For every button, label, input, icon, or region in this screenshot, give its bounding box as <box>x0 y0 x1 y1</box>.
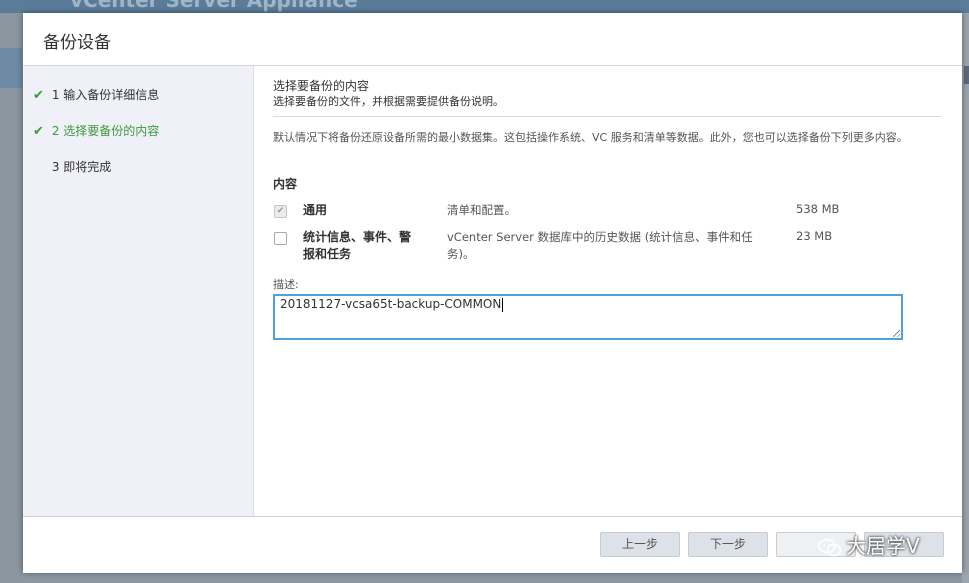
back-button[interactable]: 上一步 <box>600 532 680 557</box>
section-title: 选择要备份的内容 <box>273 79 370 93</box>
dialog-title: 备份设备 <box>43 33 111 53</box>
background-right-edge <box>962 13 969 583</box>
item-name: 通用 <box>303 203 328 217</box>
watermark: 大居学V <box>818 530 920 560</box>
app-header: vCenter Server Appliance <box>0 0 969 13</box>
checkmark-icon: ✔ <box>33 88 44 103</box>
background-nav-strip <box>0 48 22 88</box>
checkmark-icon: ✔ <box>33 124 44 139</box>
item-info: 清单和配置。 <box>447 203 516 217</box>
step-label: 输入备份详细信息 <box>63 88 160 102</box>
item-size: 538 MB <box>796 202 840 216</box>
background-scroll-marker <box>964 66 969 84</box>
backup-dialog: 备份设备 ✔ 1 输入备份详细信息 ✔ 2 选择要备份的内容 3 即将完成 选择… <box>23 13 962 573</box>
divider <box>273 116 941 117</box>
wizard-steps: ✔ 1 输入备份详细信息 ✔ 2 选择要备份的内容 3 即将完成 <box>23 66 254 516</box>
step-number: 3 <box>51 160 60 174</box>
item-name: 统计信息、事件、警报和任务 <box>303 230 412 261</box>
resize-grip-icon[interactable] <box>893 330 900 337</box>
item-size: 23 MB <box>796 229 833 243</box>
text-caret <box>502 297 504 312</box>
dialog-header: 备份设备 <box>23 13 962 66</box>
step-number: 2 <box>51 124 60 138</box>
item-info: vCenter Server 数据库中的历史数据 (统计信息、事件和任务)。 <box>447 230 753 261</box>
step-2[interactable]: ✔ 2 选择要备份的内容 <box>33 122 159 140</box>
description-textarea[interactable]: 20181127-vcsa65t-backup-COMMON <box>273 294 903 340</box>
description-value: 20181127-vcsa65t-backup-COMMON <box>280 297 502 311</box>
step-1[interactable]: ✔ 1 输入备份详细信息 <box>33 86 159 104</box>
step-3: 3 即将完成 <box>33 158 111 176</box>
step-label: 选择要备份的内容 <box>63 124 160 138</box>
dialog-footer: 上一步 下一步 大居学V <box>23 516 962 573</box>
stats-checkbox[interactable] <box>274 232 287 245</box>
step-number: 1 <box>51 88 60 102</box>
description-text: 默认情况下将备份还原设备所需的最小数据集。这包括操作系统、VC 服务和清单等数据… <box>273 131 908 144</box>
contents-label: 内容 <box>273 177 298 191</box>
wechat-icon <box>818 538 842 556</box>
description-label: 描述: <box>273 278 299 291</box>
common-checkbox: ✔ <box>274 205 287 218</box>
app-title: vCenter Server Appliance <box>70 0 358 12</box>
section-subtitle: 选择要备份的文件，并根据需要提供备份说明。 <box>273 95 504 108</box>
watermark-text: 大居学V <box>846 534 920 558</box>
next-button[interactable]: 下一步 <box>688 532 768 557</box>
wizard-content: 选择要备份的内容 选择要备份的文件，并根据需要提供备份说明。 默认情况下将备份还… <box>273 66 943 516</box>
step-label: 即将完成 <box>63 160 112 174</box>
